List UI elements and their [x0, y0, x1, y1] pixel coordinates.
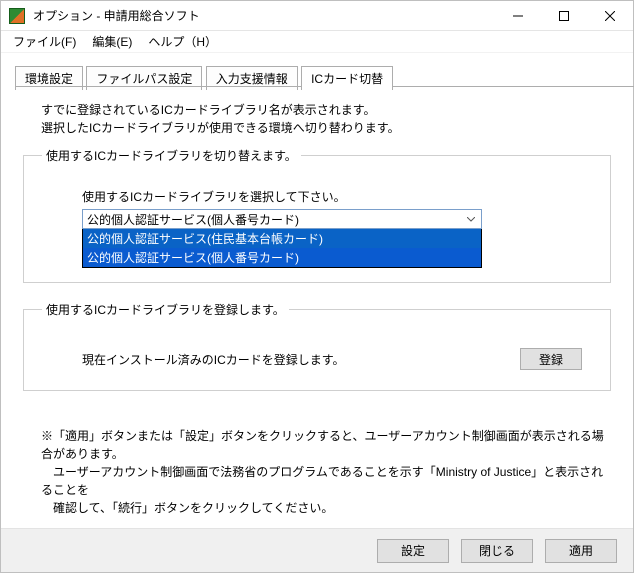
combobox-option[interactable]: 公的個人認証サービス(住民基本台帳カード): [83, 229, 481, 248]
note-line: ※「適用」ボタンまたは「設定」ボタンをクリックすると、ユーザーアカウント制御画面…: [41, 427, 611, 463]
group-register-library: 使用するICカードライブラリを登録します。 現在インストール済みのICカードを登…: [23, 301, 611, 391]
group-switch-library: 使用するICカードライブラリを切り替えます。 使用するICカードライブラリを選択…: [23, 147, 611, 283]
intro-text: すでに登録されているICカードライブラリ名が表示されます。 選択したICカードラ…: [41, 101, 593, 137]
menu-edit[interactable]: 編集(E): [84, 31, 140, 52]
register-text: 現在インストール済みのICカードを登録します。: [82, 351, 520, 368]
menu-help[interactable]: ヘルプ（H）: [140, 31, 225, 52]
close-icon: [605, 11, 615, 21]
select-label: 使用するICカードライブラリを選択して下さい。: [82, 188, 592, 205]
settings-button[interactable]: 設定: [377, 539, 449, 563]
combobox-listbox: 公的個人認証サービス(住民基本台帳カード) 公的個人認証サービス(個人番号カード…: [82, 229, 482, 268]
tab-strip: 環境設定 ファイルパス設定 入力支援情報 ICカード切替: [15, 65, 633, 87]
apply-button[interactable]: 適用: [545, 539, 617, 563]
window-title: オプション - 申請用総合ソフト: [31, 7, 495, 24]
intro-line: 選択したICカードライブラリが使用できる環境へ切り替わります。: [41, 119, 593, 137]
intro-line: すでに登録されているICカードライブラリ名が表示されます。: [41, 101, 593, 119]
close-dialog-button[interactable]: 閉じる: [461, 539, 533, 563]
tab-panel: すでに登録されているICカードライブラリ名が表示されます。 選択したICカードラ…: [1, 87, 633, 525]
title-bar: オプション - 申請用総合ソフト: [1, 1, 633, 31]
app-icon: [9, 8, 25, 24]
note-line: 確認して、「続行」ボタンをクリックしてください。: [41, 499, 611, 517]
maximize-icon: [559, 11, 569, 21]
menu-bar: ファイル(F) 編集(E) ヘルプ（H）: [1, 31, 633, 53]
note-text: ※「適用」ボタンまたは「設定」ボタンをクリックすると、ユーザーアカウント制御画面…: [41, 427, 611, 517]
combobox-value: 公的個人認証サービス(個人番号カード): [87, 211, 299, 228]
group-legend: 使用するICカードライブラリを登録します。: [42, 301, 289, 318]
tab-iccard[interactable]: ICカード切替: [301, 66, 393, 90]
chevron-down-icon: [463, 212, 479, 228]
menu-file[interactable]: ファイル(F): [5, 31, 84, 52]
register-button[interactable]: 登録: [520, 348, 582, 370]
group-legend: 使用するICカードライブラリを切り替えます。: [42, 147, 301, 164]
combobox-option[interactable]: 公的個人認証サービス(個人番号カード): [83, 248, 481, 267]
close-button[interactable]: [587, 1, 633, 31]
dialog-footer: 設定 閉じる 適用: [1, 528, 633, 572]
minimize-button[interactable]: [495, 1, 541, 31]
maximize-button[interactable]: [541, 1, 587, 31]
note-line: ユーザーアカウント制御画面で法務省のプログラムであることを示す「Ministry…: [41, 463, 611, 499]
minimize-icon: [513, 11, 523, 21]
library-combobox[interactable]: 公的個人認証サービス(個人番号カード): [82, 209, 482, 229]
